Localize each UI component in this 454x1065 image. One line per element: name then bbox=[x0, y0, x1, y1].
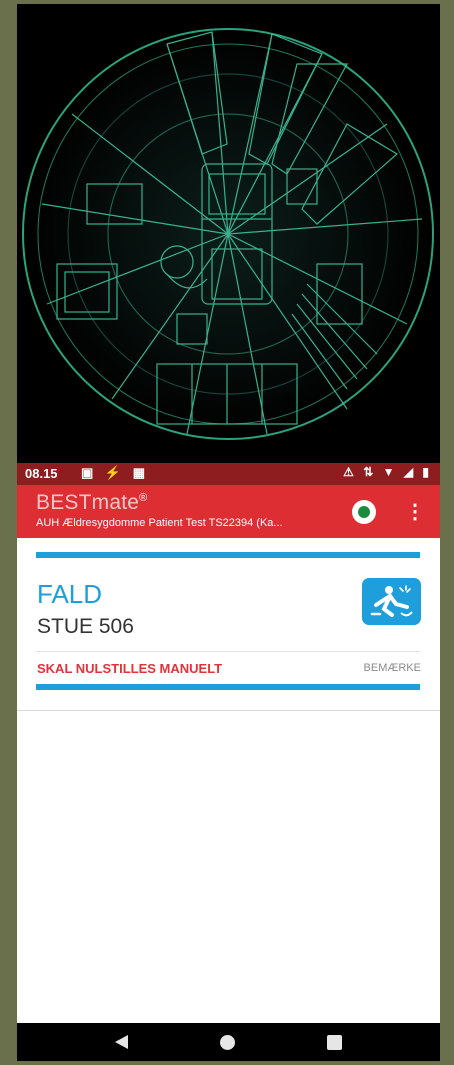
fisheye-room-image bbox=[22, 28, 434, 440]
notification-icons: ▣ ⚡ ▦ bbox=[81, 465, 149, 480]
app-bar: BESTmate® AUH Ældresygdomme Patient Test… bbox=[17, 485, 440, 538]
alert-list: FALD STUE 506 SKAL NULSTILLES MANUELT BE… bbox=[17, 538, 440, 1023]
camera-feed bbox=[17, 4, 440, 463]
alert-accent-bar-top bbox=[36, 552, 420, 558]
person-falling-icon[interactable] bbox=[362, 578, 421, 625]
alert-card[interactable]: FALD STUE 506 SKAL NULSTILLES MANUELT BE… bbox=[17, 538, 440, 711]
connection-status-indicator[interactable] bbox=[352, 500, 376, 524]
card-divider bbox=[36, 651, 420, 652]
home-icon[interactable] bbox=[220, 1035, 235, 1050]
phone-screen: 08.15 ▣ ⚡ ▦ ⚠ ⇅ ▼ ◢ ▮ BESTmate® AUH Ældr… bbox=[17, 4, 440, 1061]
system-status-icons: ⚠ ⇅ ▼ ◢ ▮ bbox=[343, 465, 432, 479]
unit-subtitle: AUH Ældresygdomme Patient Test TS22394 (… bbox=[36, 517, 283, 529]
brand-name: BESTmate bbox=[36, 491, 140, 514]
app-brand: BESTmate® bbox=[36, 491, 147, 515]
registered-mark: ® bbox=[139, 492, 148, 504]
status-time: 08.15 bbox=[25, 466, 58, 481]
android-nav-bar bbox=[17, 1023, 440, 1061]
overflow-menu-icon[interactable]: ⋮ bbox=[405, 499, 425, 524]
alert-accent-bar-bottom bbox=[36, 684, 420, 690]
alert-title: FALD bbox=[37, 579, 103, 609]
back-icon[interactable] bbox=[115, 1035, 128, 1049]
recent-apps-icon[interactable] bbox=[327, 1035, 342, 1050]
alert-room: STUE 506 bbox=[37, 615, 134, 638]
android-status-bar: 08.15 ▣ ⚡ ▦ ⚠ ⇅ ▼ ◢ ▮ bbox=[17, 463, 440, 485]
note-button[interactable]: BEMÆRKE bbox=[364, 662, 421, 674]
manual-reset-notice: SKAL NULSTILLES MANUELT bbox=[37, 661, 223, 676]
